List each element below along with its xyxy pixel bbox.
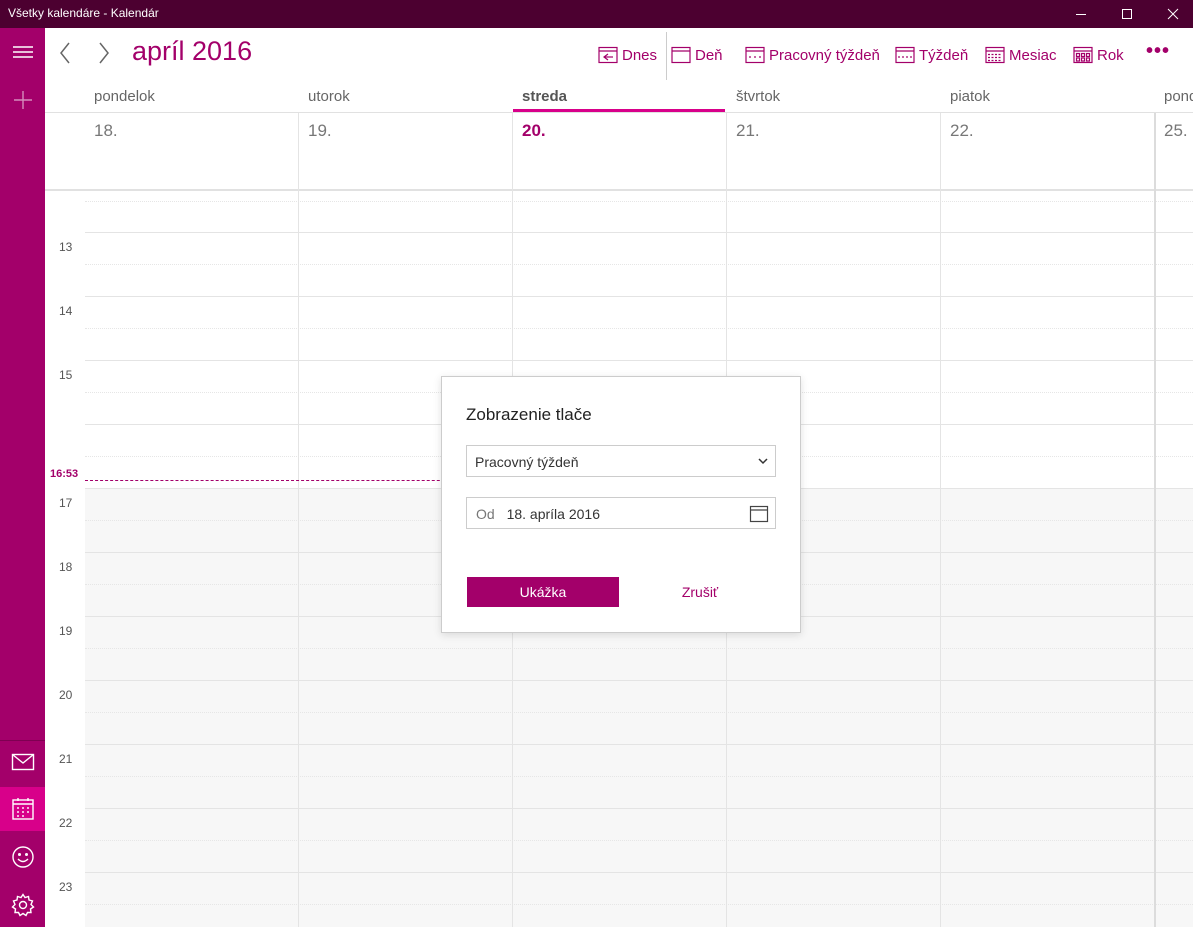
hour-label: 23 [59,880,73,894]
calendar-button[interactable] [0,787,45,831]
hour-label: 18 [59,560,73,574]
today-button[interactable]: Dnes [598,44,657,66]
minimize-button[interactable] [1058,0,1104,28]
view-select[interactable]: Pracovný týždeň [466,445,776,477]
day-view-icon [671,46,691,64]
previous-button[interactable] [54,40,76,66]
minimize-icon [1076,14,1086,15]
week-view-icon [895,46,915,64]
day-view-button[interactable]: Deň [671,44,723,66]
day-number-21[interactable]: 21. [736,121,760,141]
from-label: Od [476,506,495,522]
view-select-value: Pracovný týždeň [475,454,579,470]
work-week-icon [745,46,765,64]
hour-label: 13 [59,240,73,254]
close-icon [1167,8,1179,20]
hour-label: 14 [59,304,73,318]
month-view-label: Mesiac [1009,46,1057,64]
day-view-label: Deň [695,46,723,64]
day-number-18[interactable]: 18. [94,121,118,141]
left-rail [0,28,45,927]
week-view-label: Týždeň [919,46,969,64]
day-name-thursday: štvrtok [736,88,781,105]
title-bar: Všetky kalendáre - Kalendár [0,0,1193,28]
gear-icon [10,893,35,917]
day-number-19[interactable]: 19. [308,121,332,141]
day-name-tuesday: utorok [308,88,350,105]
current-time-line [85,480,485,481]
day-name-next-monday: pond [1164,88,1193,105]
today-label: Dnes [622,46,658,64]
chevron-right-icon [99,42,109,64]
new-event-button[interactable] [0,78,45,122]
year-view-button[interactable]: Rok [1073,44,1124,66]
next-button[interactable] [93,40,115,66]
hour-label: 22 [59,816,73,830]
header-divider [45,112,1193,113]
more-options-button[interactable]: ••• [1146,40,1170,63]
hour-label: 19 [59,624,73,638]
dialog-title: Zobrazenie tlače [466,405,592,424]
preview-button[interactable]: Ukážka [467,577,619,607]
toolbar-divider [666,32,667,80]
day-number-25[interactable]: 25. [1164,121,1188,141]
week-view-button[interactable]: Týždeň [895,44,968,66]
year-view-label: Rok [1097,46,1124,64]
month-view-icon [985,46,1005,64]
work-week-label: Pracovný týždeň [769,46,880,64]
smiley-icon [11,846,34,868]
hour-label: 15 [59,368,73,382]
today-icon [598,46,618,64]
from-date-field[interactable]: Od 18. apríla 2016 [466,497,776,529]
day-name-friday: piatok [950,88,991,105]
chevron-down-icon [758,458,768,465]
window-title: Všetky kalendáre - Kalendár [8,6,159,20]
close-button[interactable] [1150,0,1193,28]
hour-label: 20 [59,688,73,702]
current-time-label: 16:53 [50,468,79,480]
hamburger-menu-button[interactable] [0,30,45,74]
day-number-22[interactable]: 22. [950,121,974,141]
cancel-button[interactable]: Zrušiť [660,577,740,607]
chevron-left-icon [60,42,70,64]
year-view-icon [1073,46,1093,64]
print-view-dialog: Zobrazenie tlače Pracovný týždeň Od 18. … [441,376,801,633]
work-week-button[interactable]: Pracovný týždeň [745,44,880,66]
mail-icon [11,753,34,771]
plus-icon [13,91,32,109]
date-picker-icon[interactable] [749,504,769,524]
month-view-button[interactable]: Mesiac [985,44,1057,66]
calendar-icon [11,798,34,820]
hamburger-icon [12,46,33,58]
day-name-monday: pondelok [94,88,155,105]
maximize-icon [1122,9,1132,19]
maximize-button[interactable] [1104,0,1150,28]
day-name-wednesday: streda [522,88,568,105]
from-date-value: 18. apríla 2016 [506,506,600,522]
hour-label: 17 [59,496,73,510]
day-number-20[interactable]: 20. [522,121,546,141]
feedback-button[interactable] [0,835,45,879]
settings-button[interactable] [0,883,45,927]
month-title[interactable]: apríl 2016 [132,36,252,67]
mail-button[interactable] [0,740,45,784]
hour-label: 21 [59,752,73,766]
